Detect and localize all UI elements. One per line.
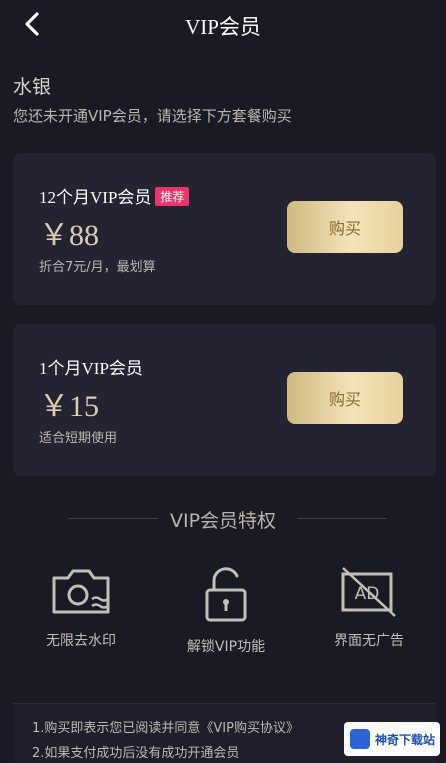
privileges-title: VIP会员特权 (169, 510, 277, 532)
plan-description: 折合7元/月，最划算 (39, 260, 156, 275)
user-name: 水银 (13, 76, 52, 98)
plan-description: 适合短期使用 (39, 431, 118, 446)
plan-price: ￥15 (39, 390, 99, 423)
privilege-no-ads: AD 界面无广告 (309, 566, 429, 650)
privilege-label: 解锁VIP功能 (186, 639, 266, 655)
ad-icon: AD (309, 566, 429, 618)
recommend-badge: 推荐 (155, 187, 190, 206)
divider-right (297, 518, 387, 519)
plan-card-1-month: 1个月VIP会员 ￥15 适合短期使用 购买 (13, 324, 436, 476)
page-title: VIP会员 (185, 15, 261, 39)
header-bar: VIP会员 (0, 0, 446, 50)
notice-line: 2.如果支付成功后没有成功开通会员 (32, 746, 240, 761)
buy-button-1-month[interactable]: 购买 (287, 372, 403, 424)
site-watermark: 神奇下载站 (344, 722, 440, 756)
privilege-unlock-vip: 解锁VIP功能 (166, 566, 286, 656)
privilege-label: 界面无广告 (334, 633, 404, 649)
plan-name: 12个月VIP会员 推荐 (39, 183, 190, 208)
camera-icon (21, 566, 141, 618)
svg-text:AD: AD (355, 584, 380, 604)
buy-button-12-month[interactable]: 购买 (287, 201, 403, 253)
watermark-logo-icon (350, 729, 370, 749)
user-status-tip: 您还未开通VIP会员，请选择下方套餐购买 (13, 107, 292, 125)
notice-line[interactable]: 1.购买即表示您已阅读并同意《VIP购买协议》 (32, 717, 299, 736)
plan-name-label: 12个月VIP会员 (39, 188, 152, 207)
plan-price: ￥88 (39, 219, 99, 252)
privilege-label: 无限去水印 (46, 633, 116, 649)
watermark-text: 神奇下载站 (375, 732, 436, 747)
plan-card-12-month: 12个月VIP会员 推荐 ￥88 折合7元/月，最划算 购买 (13, 153, 436, 305)
privilege-no-watermark: 无限去水印 (21, 566, 141, 650)
unlock-icon (166, 566, 286, 624)
plan-name: 1个月VIP会员 (39, 359, 143, 378)
